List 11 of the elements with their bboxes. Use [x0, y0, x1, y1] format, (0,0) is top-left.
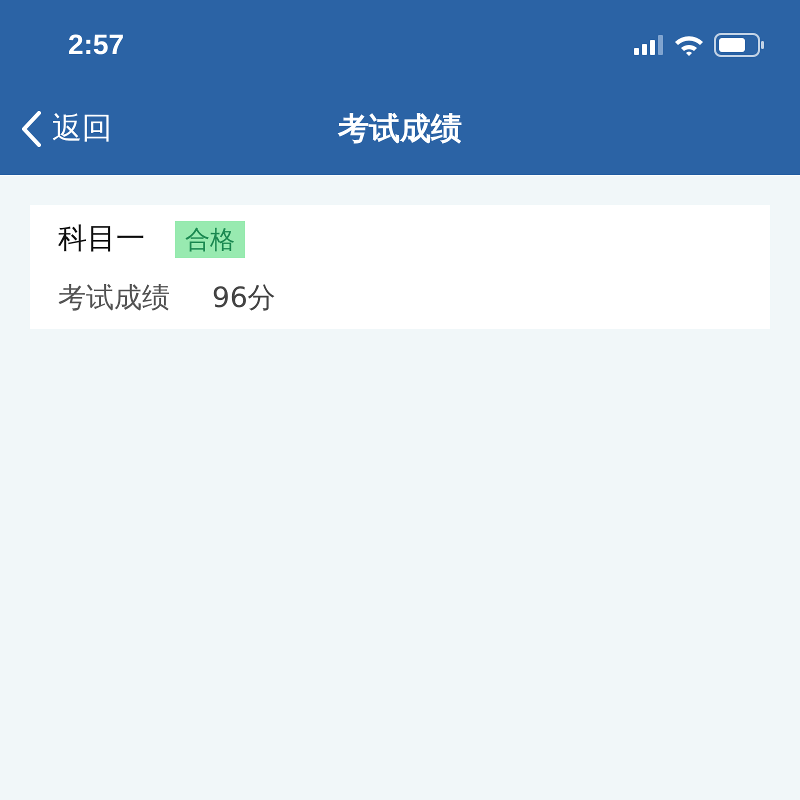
chevron-left-icon	[20, 110, 42, 146]
subject-name: 科目一	[58, 220, 145, 257]
status-badge: 合格	[175, 220, 245, 258]
score-label: 考试成绩	[58, 280, 170, 316]
wifi-icon	[674, 34, 704, 56]
battery-icon	[714, 33, 766, 57]
signal-icon	[634, 35, 664, 55]
status-time: 2:57	[68, 29, 124, 61]
score-value: 96分	[212, 280, 276, 316]
back-button[interactable]: 返回	[20, 108, 112, 149]
page-title: 考试成绩	[338, 110, 462, 148]
